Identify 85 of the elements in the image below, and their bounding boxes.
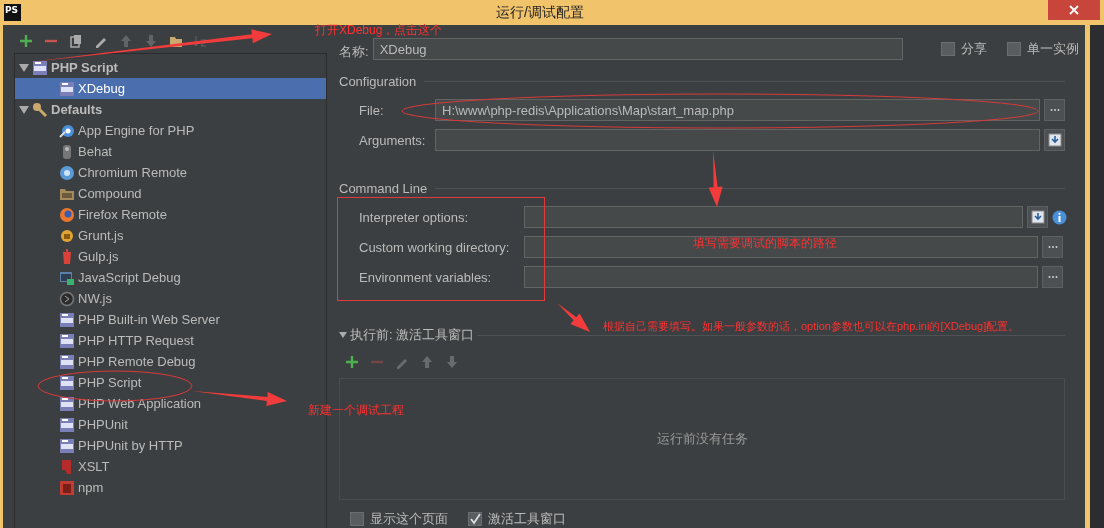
tree-item[interactable]: Firefox Remote bbox=[15, 204, 167, 225]
close-button[interactable] bbox=[1048, 0, 1100, 20]
input-field[interactable] bbox=[524, 206, 1023, 228]
checkbox[interactable] bbox=[1006, 42, 1021, 56]
file-icon bbox=[32, 59, 48, 76]
input-field[interactable]: H:\www\php-redis\Applications\Map\start_map.php bbox=[435, 99, 1040, 121]
expand-field-icon bbox=[1030, 210, 1045, 224]
copy-icon[interactable] bbox=[69, 34, 83, 48]
plus-icon[interactable] bbox=[19, 34, 33, 48]
tree-item[interactable]: App Engine for PHP bbox=[15, 120, 195, 141]
ellipsis-icon bbox=[1049, 108, 1060, 112]
expand-button[interactable] bbox=[1044, 129, 1065, 151]
expand-button[interactable] bbox=[1027, 206, 1048, 228]
file-icon bbox=[59, 311, 75, 328]
expand-arrow-icon[interactable] bbox=[339, 331, 347, 339]
field-label: Arguments: bbox=[358, 132, 427, 148]
fox-icon bbox=[59, 206, 75, 223]
tree-item[interactable]: Grunt.js bbox=[15, 225, 124, 246]
tree-item[interactable]: Defaults bbox=[15, 99, 103, 120]
ellipsis-icon bbox=[1047, 275, 1058, 279]
tree-item[interactable]: PHP Built-in Web Server bbox=[15, 309, 220, 330]
field-label: Interpreter options: bbox=[358, 209, 470, 225]
file-icon bbox=[59, 395, 75, 412]
input-field[interactable] bbox=[435, 129, 1040, 151]
checkbox[interactable] bbox=[350, 512, 364, 526]
browse-button[interactable] bbox=[1042, 236, 1063, 258]
tree-item[interactable]: Gulp.js bbox=[15, 246, 119, 267]
tree-item[interactable]: PHP Script bbox=[15, 57, 118, 78]
checkbox[interactable] bbox=[940, 42, 955, 56]
checkbox-label: 显示这个页面 bbox=[370, 510, 448, 528]
file-icon bbox=[59, 80, 75, 97]
file-icon bbox=[59, 437, 75, 454]
section-title: Command Line bbox=[339, 180, 428, 196]
checkbox[interactable] bbox=[468, 512, 482, 526]
check-icon bbox=[469, 513, 481, 525]
window-icon bbox=[59, 269, 75, 286]
tree-item[interactable]: PHPUnit bbox=[15, 414, 128, 435]
input-field[interactable] bbox=[524, 236, 1038, 258]
file-icon bbox=[59, 332, 75, 349]
checkbox-label: 单一实例 bbox=[1026, 40, 1079, 58]
field-label: Custom working directory: bbox=[358, 239, 511, 255]
plus-icon[interactable] bbox=[345, 355, 359, 369]
annotation-text: 根据自己需要填写。如果一般参数的话，option参数也可以在php.ini的[XDebug]配置。 bbox=[603, 319, 1020, 334]
annotation-text: 新建一个调试工程 bbox=[308, 402, 404, 419]
tree-item[interactable]: NW.js bbox=[15, 288, 112, 309]
tree-item[interactable]: XSLT bbox=[15, 456, 110, 477]
field-label: Environment variables: bbox=[358, 269, 493, 285]
expand-arrow-icon[interactable] bbox=[19, 104, 29, 115]
field-label: File: bbox=[358, 102, 385, 118]
tree-item[interactable]: PHP Remote Debug bbox=[15, 351, 196, 372]
ellipsis-icon bbox=[1047, 245, 1058, 249]
browse-button[interactable] bbox=[1042, 266, 1063, 288]
tree-item[interactable]: PHPUnit by HTTP bbox=[15, 435, 183, 456]
tree-item[interactable]: PHP HTTP Request bbox=[15, 330, 194, 351]
field-label: 名称: bbox=[339, 43, 369, 61]
tree-item[interactable]: npm bbox=[15, 477, 104, 498]
annotation-text: 打开XDebug，点击这个 bbox=[315, 22, 443, 39]
annotation-text: 填写需要调试的脚本的路径 bbox=[693, 235, 837, 252]
globe-icon bbox=[59, 164, 75, 181]
badge-icon bbox=[59, 227, 75, 244]
tree-item[interactable]: Chromium Remote bbox=[15, 162, 188, 183]
input-field[interactable] bbox=[524, 266, 1038, 288]
section-title: Configuration bbox=[339, 73, 417, 89]
tree-item[interactable]: XDebug bbox=[15, 78, 326, 99]
close-icon bbox=[1069, 5, 1079, 15]
expand-field-icon bbox=[1047, 133, 1062, 147]
tree-item[interactable]: JavaScript Debug bbox=[15, 267, 181, 288]
annotation-arrow bbox=[557, 303, 590, 332]
tree-item[interactable]: PHP Script bbox=[15, 372, 142, 393]
ring-icon bbox=[59, 290, 75, 307]
empty-message: 运行前没有任务 bbox=[656, 430, 748, 448]
tree-item[interactable]: Compound bbox=[15, 183, 142, 204]
checkbox-label: 激活工具窗口 bbox=[488, 510, 566, 528]
checkbox-label: 分享 bbox=[960, 40, 987, 58]
file-icon bbox=[59, 374, 75, 391]
section-title: 执行前: 激活工具窗口 bbox=[350, 326, 475, 344]
app-logo: PS bbox=[4, 4, 21, 21]
file-icon bbox=[59, 353, 75, 370]
file-icon bbox=[59, 416, 75, 433]
name-field[interactable]: XDebug bbox=[372, 38, 903, 60]
tree-item[interactable]: Behat bbox=[15, 141, 112, 162]
square-icon bbox=[59, 479, 75, 496]
browse-button[interactable] bbox=[1044, 99, 1065, 121]
expand-arrow-icon[interactable] bbox=[19, 62, 29, 73]
window-title: 运行/调试配置 bbox=[496, 3, 584, 22]
